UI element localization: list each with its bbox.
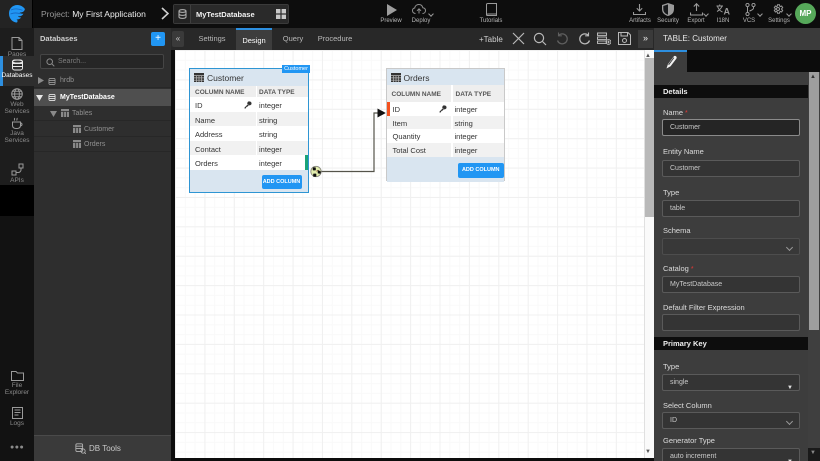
svg-text:A: A (724, 7, 731, 17)
